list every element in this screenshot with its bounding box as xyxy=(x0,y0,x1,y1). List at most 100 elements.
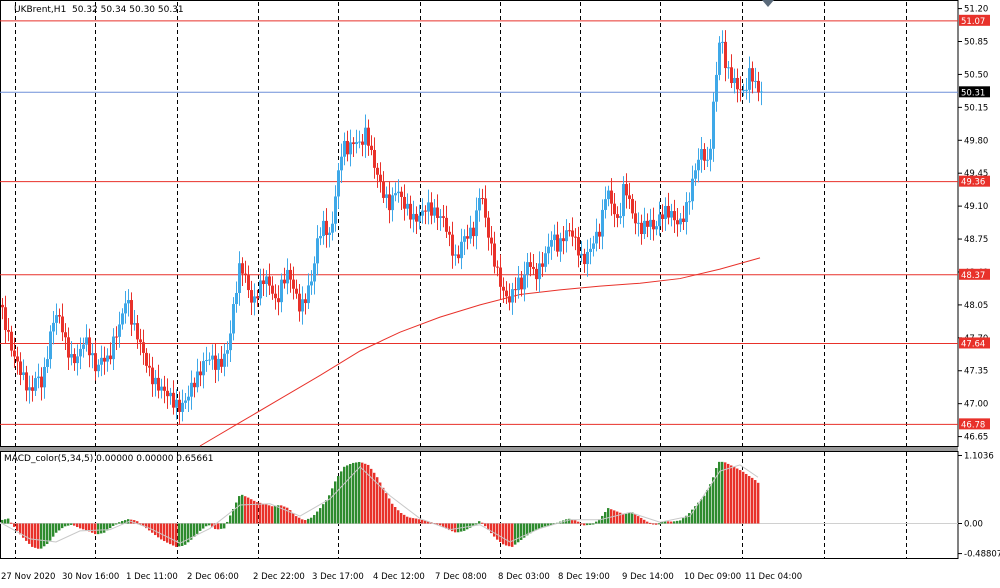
macd-bar xyxy=(31,523,34,547)
macd-bar xyxy=(73,523,76,526)
macd-bar xyxy=(325,500,328,524)
macd-bar xyxy=(319,508,322,524)
macd-bar xyxy=(475,523,478,525)
macd-bar xyxy=(478,521,481,524)
macd-bar xyxy=(352,462,355,524)
candle-body xyxy=(373,149,376,168)
macd-bar xyxy=(334,481,337,524)
macd-bar xyxy=(640,517,643,524)
candle-body xyxy=(319,236,322,239)
candle-body xyxy=(505,290,508,297)
macd-bar xyxy=(643,519,646,524)
x-tick-label: 10 Dec 09:00 xyxy=(684,572,741,582)
macd-bar xyxy=(634,514,637,524)
candle-body xyxy=(238,263,241,293)
candle-body xyxy=(409,203,412,220)
candle-body xyxy=(727,67,730,69)
macd-bar xyxy=(700,499,703,524)
macd-bar xyxy=(199,523,202,531)
macd-bar xyxy=(103,523,106,533)
candle-body xyxy=(85,337,88,345)
trading-chart[interactable]: 27 Nov 2020 30 Nov 16:00 1 Dec 11:00 2 Dec … xyxy=(0,0,1000,588)
candle-body xyxy=(475,210,478,237)
macd-bar xyxy=(706,489,709,524)
macd-bar xyxy=(235,502,238,524)
x-tick-label: 27 Nov 2020 xyxy=(1,572,55,582)
candle-body xyxy=(133,323,136,325)
macd-bar xyxy=(739,470,742,524)
shift-marker-icon[interactable] xyxy=(762,0,774,7)
macd-bar xyxy=(658,523,661,525)
candle-body xyxy=(313,263,316,282)
macd-bar xyxy=(673,521,676,524)
macd-bar xyxy=(394,507,397,524)
candle-body xyxy=(193,382,196,388)
macd-bar xyxy=(493,523,496,537)
macd-bar xyxy=(202,523,205,529)
candle-body xyxy=(250,290,253,303)
macd-bar xyxy=(154,523,157,536)
x-tick-label: 1 Dec 11:00 xyxy=(126,572,178,582)
candle-body xyxy=(307,285,310,304)
candle-body xyxy=(19,361,22,375)
macd-bar xyxy=(298,517,301,524)
candle-body xyxy=(355,142,358,145)
macd-bar xyxy=(79,523,82,529)
macd-bar xyxy=(412,518,415,524)
y-tick-label: 50.50 xyxy=(964,70,988,80)
macd-bar xyxy=(4,519,7,524)
candle-body xyxy=(547,246,550,254)
candle-body xyxy=(25,372,28,391)
candle-body xyxy=(649,219,652,227)
candle-body xyxy=(244,273,247,276)
candle-body xyxy=(52,322,55,332)
macd-bar xyxy=(628,513,631,524)
y-tick-label: 48.05 xyxy=(964,301,988,311)
candle-body xyxy=(70,354,73,358)
chart-canvas[interactable]: 27 Nov 2020 30 Nov 16:00 1 Dec 11:00 2 Dec … xyxy=(0,0,1000,588)
candle-body xyxy=(538,263,541,280)
candle-body xyxy=(118,324,121,337)
candle-body xyxy=(637,222,640,224)
macd-bar xyxy=(265,504,268,524)
macd-bar xyxy=(40,523,43,549)
macd-bar xyxy=(94,523,97,535)
candle-body xyxy=(433,207,436,216)
x-tick-label: 8 Dec 03:00 xyxy=(498,572,550,582)
macd-tick-label: 1.1036 xyxy=(964,451,994,461)
candle-body xyxy=(58,315,61,317)
candle-body xyxy=(667,205,670,218)
macd-bar xyxy=(481,522,484,524)
candle-body xyxy=(742,89,745,91)
macd-bar xyxy=(250,499,253,524)
macd-bar xyxy=(529,523,532,534)
macd-bar xyxy=(70,523,73,525)
macd-bar xyxy=(703,495,706,524)
candle-body xyxy=(760,91,763,93)
macd-bar xyxy=(505,523,508,546)
macd-bar xyxy=(304,520,307,524)
macd-bar xyxy=(607,508,610,524)
candle-body xyxy=(328,232,331,235)
panel-separator[interactable] xyxy=(0,447,958,451)
candle-body xyxy=(346,140,349,155)
macd-bar xyxy=(277,505,280,524)
candle-body xyxy=(442,216,445,218)
candle-body xyxy=(16,356,19,362)
candle-body xyxy=(382,181,385,198)
candle-body xyxy=(172,392,175,408)
candle-body xyxy=(34,378,37,391)
macd-bar xyxy=(97,523,100,535)
level-badge-label: 47.64 xyxy=(961,339,985,349)
macd-bar xyxy=(151,523,154,533)
macd-bar xyxy=(439,523,442,526)
candle-body xyxy=(583,253,586,265)
candle-body xyxy=(424,210,427,212)
candle-body xyxy=(208,359,211,361)
macd-bar xyxy=(82,523,85,530)
candle-body xyxy=(286,269,289,284)
macd-bar xyxy=(733,466,736,524)
candle-body xyxy=(748,68,751,90)
candle-body xyxy=(631,198,634,214)
macd-bar xyxy=(196,523,199,534)
